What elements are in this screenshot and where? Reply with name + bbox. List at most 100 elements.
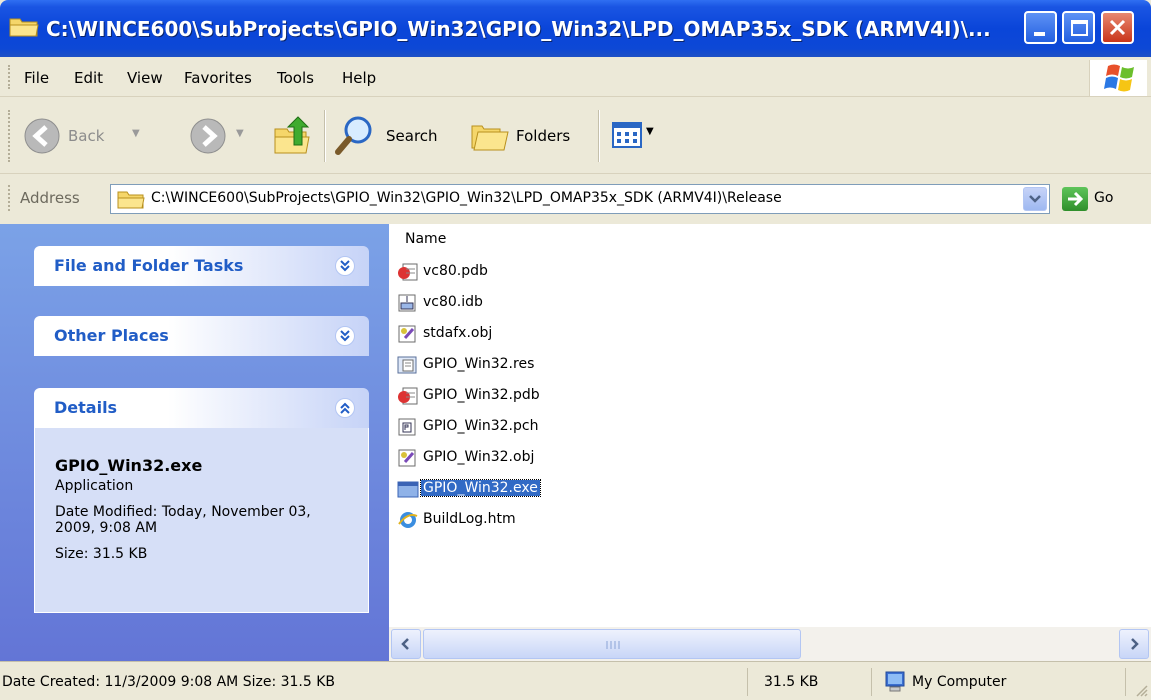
back-label: Back [68,127,105,145]
menu-edit[interactable]: Edit [74,68,103,88]
maximize-button[interactable] [1062,11,1095,44]
toolbar-separator-2 [598,110,600,162]
forward-dropdown-icon: ▼ [236,128,244,139]
file-name: vc80.pdb [423,263,488,279]
address-value: C:\WINCE600\SubProjects\GPIO_Win32\GPIO_… [151,190,782,206]
standard-toolbar: Back ▼ ▼ Search Folders ▼ [0,98,1151,174]
pch-icon [398,418,416,436]
details-file-name: GPIO_Win32.exe [55,456,203,475]
status-zone-text: My Computer [912,674,1007,690]
pdb-icon [398,263,418,281]
status-zone: My Computer [876,668,1126,696]
up-folder-icon[interactable] [272,115,314,157]
other-places-header[interactable]: Other Places [34,316,369,356]
file-folder-tasks-panel: File and Folder Tasks [34,246,369,286]
address-bar: Address C:\WINCE600\SubProjects\GPIO_Win… [0,175,1151,223]
minimize-icon [1034,32,1045,36]
details-title: Details [54,398,118,417]
pdb-icon [398,387,418,405]
file-folder-tasks-title: File and Folder Tasks [54,256,244,275]
scroll-thumb[interactable] [423,629,801,659]
file-item[interactable]: vc80.pdb [397,260,617,284]
file-item[interactable]: GPIO_Win32.obj [397,446,617,470]
task-pane: File and Folder Tasks Other Places Detai… [0,224,389,661]
file-name: vc80.idb [423,294,483,310]
chevron-right-icon [1131,638,1139,650]
search-icon [335,116,372,155]
search-button[interactable]: Search [334,112,456,160]
back-button[interactable]: Back ▼ [20,112,150,160]
windows-flag-icon [1104,64,1134,92]
scroll-left-button[interactable] [391,629,421,659]
close-button[interactable] [1101,11,1134,44]
views-icon [612,122,642,148]
details-file-type: Application [55,478,134,494]
menu-file[interactable]: File [24,68,49,88]
file-name: GPIO_Win32.pdb [423,387,540,403]
folder-icon [9,18,39,37]
file-item[interactable]: GPIO_Win32.pch [397,415,617,439]
file-item[interactable]: GPIO_Win32.res [397,353,617,377]
address-grip[interactable] [8,185,12,211]
views-button[interactable]: ▼ [612,120,668,152]
file-item[interactable]: BuildLog.htm [397,508,617,532]
file-folder-tasks-header[interactable]: File and Folder Tasks [34,246,369,286]
minimize-button[interactable] [1024,11,1057,44]
chevron-down-icon [1029,195,1041,203]
status-size: 31.5 KB [752,668,872,696]
horizontal-scrollbar[interactable] [389,627,1151,661]
file-item[interactable]: GPIO_Win32.pdb [397,384,617,408]
windows-logo [1089,60,1147,96]
close-icon [1109,19,1126,36]
other-places-panel: Other Places [34,316,369,356]
forward-button[interactable]: ▼ [186,112,256,160]
address-input[interactable]: C:\WINCE600\SubProjects\GPIO_Win32\GPIO_… [110,184,1050,214]
file-name: GPIO_Win32.obj [423,449,535,465]
folder-icon [117,191,145,209]
file-item[interactable]: vc80.idb [397,291,617,315]
menu-favorites[interactable]: Favorites [184,68,252,88]
go-button[interactable] [1062,187,1088,211]
ie-icon [398,512,418,528]
file-item-selected[interactable]: GPIO_Win32.exe [397,477,617,501]
go-label[interactable]: Go [1094,190,1113,206]
address-dropdown-button[interactable] [1023,187,1047,211]
menu-bar: File Edit View Favorites Tools Help [0,57,1151,97]
toolbar-separator [324,110,326,162]
expand-chevron-icon[interactable] [335,256,355,276]
status-size-text: 31.5 KB [764,674,819,690]
expand-chevron-icon[interactable] [335,326,355,346]
idb-icon [398,294,416,312]
file-name: GPIO_Win32.pch [423,418,539,434]
toolbar-grip[interactable] [8,110,12,162]
details-panel: Details GPIO_Win32.exe Application Date … [34,388,369,613]
column-header-name[interactable]: Name [405,231,446,247]
search-label: Search [386,127,438,145]
chevron-left-icon [401,638,409,650]
menu-grip[interactable] [8,65,12,89]
my-computer-icon [885,671,905,692]
obj-icon [398,325,416,343]
resize-grip-icon[interactable] [1133,682,1149,698]
status-info: Date Created: 11/3/2009 9:08 AM Size: 31… [2,668,748,696]
menu-view[interactable]: View [127,68,163,88]
res-icon [397,356,417,374]
collapse-chevron-icon[interactable] [335,398,355,418]
menu-tools[interactable]: Tools [277,68,314,88]
file-list[interactable]: Name vc80.pdb vc80.idb stdafx.obj GPIO_W… [389,224,1151,627]
title-bar[interactable]: C:\WINCE600\SubProjects\GPIO_Win32\GPIO_… [0,0,1151,57]
menu-help[interactable]: Help [342,68,376,88]
views-dropdown-icon: ▼ [646,126,654,137]
details-header[interactable]: Details [34,388,369,428]
folders-button[interactable]: Folders [468,112,590,160]
scroll-right-button[interactable] [1119,629,1149,659]
go-arrow-icon [1068,191,1084,207]
file-item[interactable]: stdafx.obj [397,322,617,346]
other-places-title: Other Places [54,326,169,345]
exe-icon [397,481,419,498]
file-name: GPIO_Win32.res [423,356,535,372]
file-name: stdafx.obj [423,325,493,341]
folders-label: Folders [516,127,571,145]
obj-icon [398,449,416,467]
details-body: GPIO_Win32.exe Application Date Modified… [34,428,369,613]
